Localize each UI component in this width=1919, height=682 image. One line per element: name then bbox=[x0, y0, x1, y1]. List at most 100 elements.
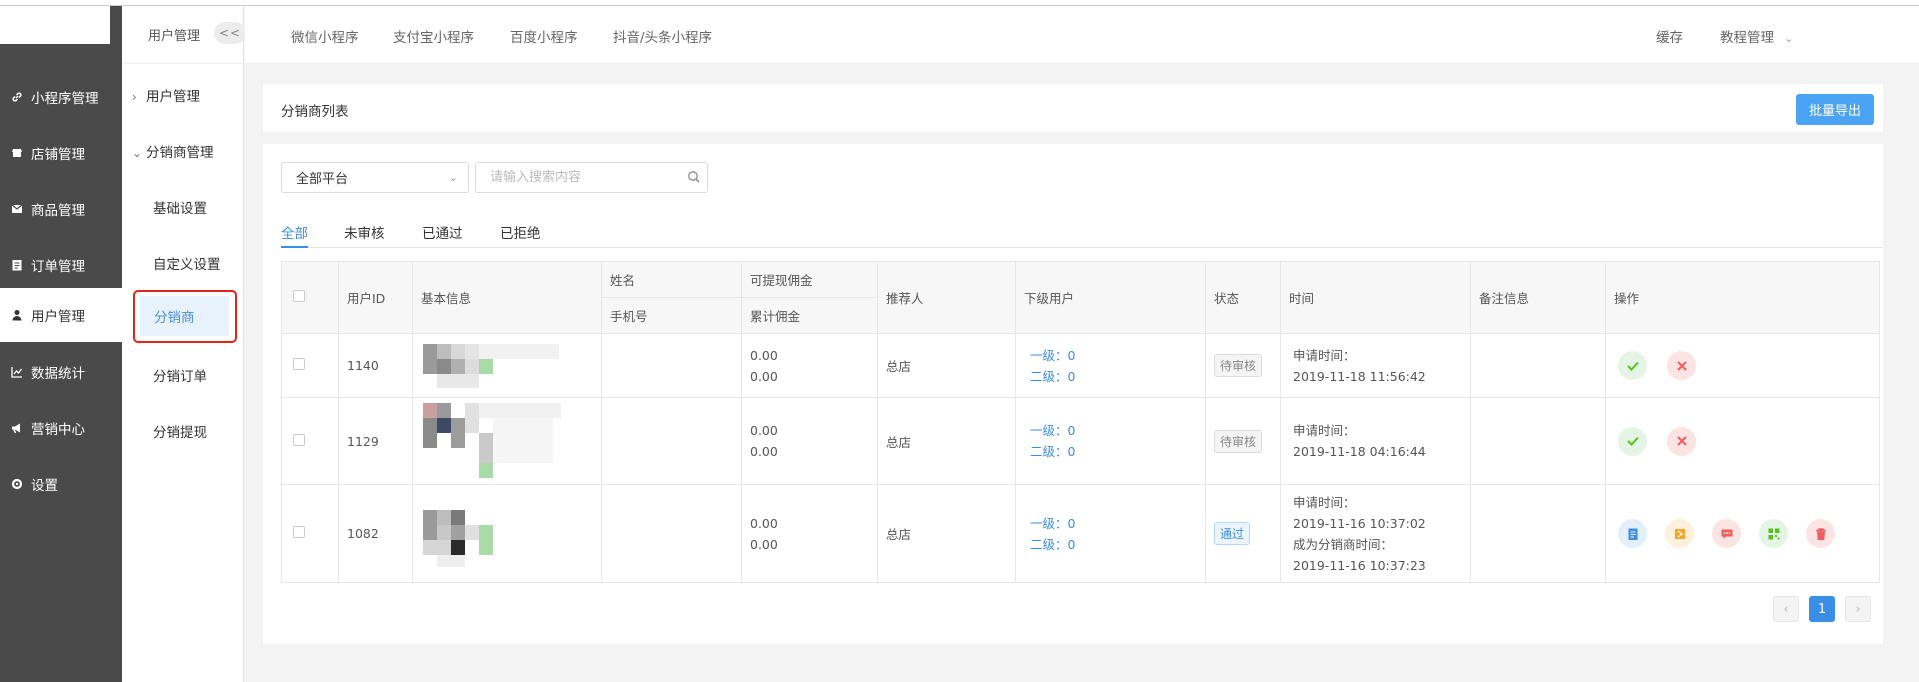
commission-cell: 0.00 0.00 bbox=[741, 484, 878, 583]
total-value: 0.00 bbox=[750, 368, 778, 384]
sidebar-item-miniprogram[interactable]: 小程序管理 bbox=[0, 70, 122, 124]
time-label: 申请时间： bbox=[1293, 494, 1356, 510]
tab-douyin[interactable]: 抖音/头条小程序 bbox=[613, 26, 712, 46]
collapse-button[interactable]: << bbox=[214, 22, 246, 44]
edit-icon bbox=[1674, 528, 1685, 539]
chevron-down-icon: ⌄ bbox=[132, 146, 143, 160]
reject-button[interactable] bbox=[1667, 426, 1696, 456]
level1-link[interactable]: 一级：0 bbox=[1030, 345, 1205, 366]
sidebar-item-store[interactable]: 店铺管理 bbox=[0, 126, 122, 180]
sidebar-item-users[interactable]: 用户管理 bbox=[0, 288, 122, 342]
tab-all[interactable]: 全部 bbox=[281, 222, 308, 248]
col-referrer: 推荐人 bbox=[877, 261, 1016, 334]
row-checkbox[interactable] bbox=[293, 433, 305, 446]
qrcode-button[interactable] bbox=[1759, 519, 1788, 548]
row-select-cell bbox=[281, 484, 339, 583]
row-checkbox[interactable] bbox=[293, 358, 305, 370]
col-time: 时间 bbox=[1280, 261, 1471, 334]
subnav-item-withdrawals[interactable]: 分销提现 bbox=[122, 421, 244, 441]
avatar-cell bbox=[412, 484, 602, 583]
subnav-item-basic-settings[interactable]: 基础设置 bbox=[122, 197, 244, 217]
total-value: 0.00 bbox=[750, 444, 778, 459]
export-button[interactable]: 批量导出 bbox=[1796, 94, 1874, 125]
level2-link[interactable]: 二级：0 bbox=[1030, 366, 1205, 387]
status-tabs: 全部 未审核 已通过 已拒绝 bbox=[281, 222, 1883, 248]
prev-page-button[interactable]: ‹ bbox=[1773, 596, 1799, 622]
edit-button[interactable] bbox=[1665, 519, 1694, 548]
downline-cell: 一级：0 二级：0 bbox=[1015, 397, 1206, 485]
tab-alipay[interactable]: 支付宝小程序 bbox=[393, 26, 474, 46]
tab-pending[interactable]: 未审核 bbox=[344, 222, 385, 248]
row-checkbox[interactable] bbox=[293, 526, 305, 538]
col-downline: 下级用户 bbox=[1015, 261, 1206, 334]
sidebar-item-label: 商品管理 bbox=[31, 203, 85, 219]
sidebar-item-label: 设置 bbox=[31, 478, 58, 494]
approve-button[interactable] bbox=[1618, 351, 1647, 380]
remark-cell bbox=[1470, 484, 1606, 583]
level2-link[interactable]: 二级：0 bbox=[1030, 441, 1205, 462]
page-1-button[interactable]: 1 bbox=[1809, 596, 1835, 622]
platform-select-value: 全部平台 bbox=[296, 172, 349, 187]
reject-button[interactable] bbox=[1667, 351, 1696, 380]
detail-button[interactable] bbox=[1618, 519, 1647, 548]
col-user-id: 用户ID bbox=[338, 261, 413, 334]
commission-cell: 0.00 0.00 bbox=[741, 333, 878, 398]
sidebar-item-settings[interactable]: 设置 bbox=[0, 457, 122, 511]
name-phone-cell bbox=[601, 484, 742, 583]
col-actions: 操作 bbox=[1605, 261, 1880, 334]
subnav-item-distribution-orders[interactable]: 分销订单 bbox=[122, 365, 244, 385]
actions-cell bbox=[1605, 333, 1880, 398]
sidebar-item-label: 订单管理 bbox=[31, 259, 85, 275]
tab-baidu[interactable]: 百度小程序 bbox=[510, 26, 578, 46]
sidebar-item-label: 店铺管理 bbox=[31, 147, 85, 163]
search-input[interactable] bbox=[475, 162, 708, 193]
status-cell: 通过 bbox=[1205, 484, 1281, 583]
avatar bbox=[421, 399, 601, 483]
withdrawable-value: 0.00 bbox=[750, 423, 778, 438]
title-card: 分销商列表 批量导出 bbox=[263, 84, 1883, 132]
select-all-checkbox[interactable] bbox=[293, 290, 305, 302]
time-cell: 申请时间： 2019-11-18 11:56:42 bbox=[1280, 333, 1471, 398]
tab-wechat[interactable]: 微信小程序 bbox=[291, 26, 359, 46]
message-icon bbox=[1721, 529, 1732, 539]
message-button[interactable] bbox=[1712, 519, 1741, 548]
level1-link[interactable]: 一级：0 bbox=[1030, 420, 1205, 441]
chevron-down-icon: ⌄ bbox=[1784, 32, 1794, 45]
withdrawable-value: 0.00 bbox=[750, 347, 778, 363]
col-basic-info: 基本信息 bbox=[412, 261, 602, 334]
sidebar-item-goods[interactable]: 商品管理 bbox=[0, 182, 122, 236]
account-menu[interactable]: 教程管理 ⌄ bbox=[1720, 26, 1794, 46]
user-icon bbox=[10, 308, 24, 322]
secondary-nav: 用户管理 << › 用户管理 ⌄ 分销商管理 基础设置 自定义设置 分销订单 分销提… bbox=[122, 6, 246, 682]
subnav-item-distributor[interactable]: 分销商 bbox=[140, 296, 229, 336]
referrer: 总店 bbox=[877, 333, 1016, 398]
tab-approved[interactable]: 已通过 bbox=[422, 222, 463, 248]
time-cell: 申请时间： 2019-11-16 10:37:02 成为分销商时间： 2019-… bbox=[1280, 484, 1471, 583]
level1-link[interactable]: 一级：0 bbox=[1030, 513, 1205, 534]
commission-cell: 0.00 0.00 bbox=[741, 397, 878, 485]
subnav-group-distributor[interactable]: ⌄ 分销商管理 bbox=[122, 141, 244, 161]
close-icon bbox=[1676, 360, 1687, 371]
delete-button[interactable] bbox=[1806, 519, 1835, 548]
gear-icon bbox=[10, 477, 24, 491]
time-label: 申请时间： bbox=[1293, 423, 1356, 438]
subnav-item-custom-settings[interactable]: 自定义设置 bbox=[122, 253, 244, 273]
logo-area bbox=[0, 6, 110, 44]
account-label: 教程管理 bbox=[1720, 30, 1774, 46]
cache-link[interactable]: 缓存 bbox=[1656, 26, 1683, 46]
platform-select[interactable]: 全部平台 ⌄ bbox=[281, 162, 469, 193]
next-page-button[interactable]: › bbox=[1845, 596, 1871, 622]
row-select-cell bbox=[281, 333, 339, 398]
search-icon[interactable] bbox=[687, 170, 701, 184]
time-value: 2019-11-18 04:16:44 bbox=[1293, 444, 1426, 459]
approve-button[interactable] bbox=[1618, 426, 1647, 456]
sidebar-item-orders[interactable]: 订单管理 bbox=[0, 238, 122, 292]
tab-rejected[interactable]: 已拒绝 bbox=[500, 222, 541, 248]
level2-link[interactable]: 二级：0 bbox=[1030, 534, 1205, 555]
actions-cell bbox=[1605, 484, 1880, 583]
subnav-group-users[interactable]: › 用户管理 bbox=[122, 85, 244, 105]
sidebar-item-statistics[interactable]: 数据统计 bbox=[0, 345, 122, 399]
avatar-cell bbox=[412, 397, 602, 485]
sidebar-item-label: 用户管理 bbox=[31, 309, 85, 325]
sidebar-item-marketing[interactable]: 营销中心 bbox=[0, 401, 122, 455]
